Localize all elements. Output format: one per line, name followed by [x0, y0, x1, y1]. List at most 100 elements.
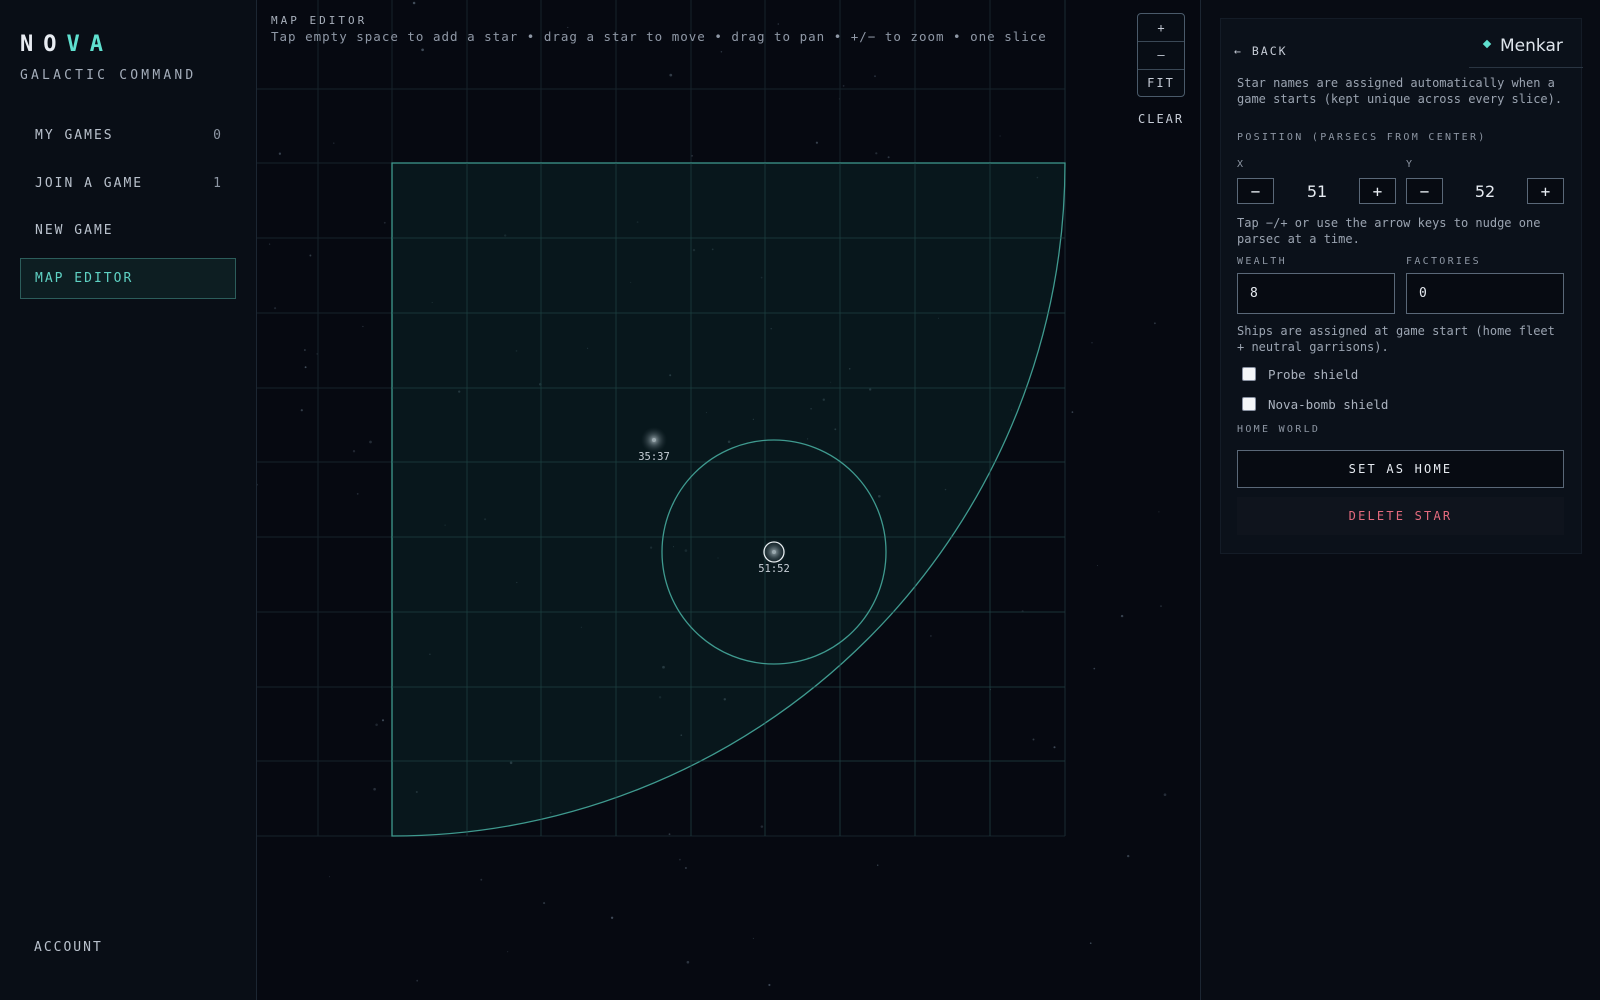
background-dot	[352, 450, 356, 453]
background-dot	[278, 152, 282, 155]
diamond-icon	[1482, 39, 1492, 49]
background-dot	[381, 719, 385, 722]
nudge-note: Tap −/+ or use the arrow keys to nudge o…	[1237, 216, 1541, 246]
nav-item-count: 1	[213, 176, 221, 191]
background-dot	[610, 916, 614, 919]
background-dot	[328, 876, 331, 878]
delete-star-button[interactable]: DELETE STAR	[1237, 497, 1564, 535]
background-dot	[304, 349, 306, 351]
star-label: 35:37	[638, 451, 670, 463]
background-dot	[1089, 942, 1092, 945]
nav-item-map-editor[interactable]: MAP EDITOR	[20, 258, 236, 299]
background-dot	[274, 307, 277, 310]
background-dot	[842, 85, 845, 87]
nav-item-label: NEW GAME	[35, 223, 114, 238]
back-button[interactable]: ← BACK	[1234, 44, 1288, 58]
fit-button[interactable]: FIT	[1138, 69, 1184, 96]
background-dot	[1091, 342, 1093, 344]
background-dot	[362, 325, 364, 328]
background-dot	[412, 1, 416, 5]
star-core	[652, 438, 656, 442]
star-name-text: Menkar	[1500, 36, 1563, 56]
position-label: POSITION (PARSECS FROM CENTER)	[1237, 132, 1487, 143]
map-editor-area[interactable]: 35:37 51:52 MAP EDITOR Tap empty space t…	[257, 0, 1200, 1000]
wealth-field[interactable]	[1237, 273, 1395, 314]
background-dot	[268, 243, 271, 245]
background-dot	[373, 787, 376, 791]
background-dot	[999, 135, 1001, 137]
background-dot	[679, 858, 681, 861]
background-dot	[375, 723, 378, 727]
nav-item-label: MAP EDITOR	[35, 271, 134, 286]
background-dot	[874, 75, 876, 78]
star-label: 51:52	[758, 563, 790, 575]
nav-item-new-game[interactable]: NEW GAME	[20, 210, 236, 251]
background-dot	[875, 152, 878, 155]
background-dot	[1071, 411, 1074, 413]
y-decrement-button[interactable]: −	[1406, 178, 1443, 204]
background-dot	[304, 366, 307, 369]
background-dot	[1154, 322, 1156, 325]
nav-item-count: 0	[213, 128, 221, 143]
map-canvas[interactable]: 35:37 51:52	[257, 0, 1200, 1000]
background-dot	[257, 483, 259, 486]
background-dot	[1096, 565, 1099, 567]
background-dot	[1160, 605, 1162, 607]
background-dot	[567, 26, 569, 28]
background-dot	[1158, 511, 1160, 513]
home-world-label: HOME WORLD	[1237, 424, 1321, 435]
background-dot	[309, 254, 312, 257]
nova-bomb-shield-checkbox[interactable]	[1242, 397, 1256, 411]
background-dot	[1032, 738, 1035, 741]
background-dot	[1053, 746, 1056, 749]
probe-shield-label[interactable]: Probe shield	[1268, 367, 1358, 382]
background-dot	[1163, 793, 1167, 797]
y-increment-button[interactable]: +	[1527, 178, 1564, 204]
y-value: 52	[1474, 182, 1496, 201]
names-note: Star names are assigned automatically wh…	[1237, 76, 1563, 106]
x-increment-button[interactable]: +	[1359, 178, 1396, 204]
slice-region	[391, 162, 1066, 837]
background-dot	[887, 156, 890, 159]
background-dot	[383, 221, 386, 224]
background-dot	[668, 833, 671, 836]
background-dot	[669, 73, 673, 77]
background-dot	[686, 960, 690, 964]
background-dot	[768, 983, 771, 987]
background-dot	[1120, 614, 1124, 618]
background-dot	[507, 951, 509, 953]
star-details-panel: ← BACK Menkar Star names are assigned au…	[1200, 0, 1600, 1000]
background-dot	[300, 409, 303, 412]
zoom-in-button[interactable]: +	[1138, 14, 1184, 41]
background-dot	[369, 440, 372, 444]
name-underline	[1469, 67, 1583, 68]
nav-item-join-a-game[interactable]: JOIN A GAME 1	[20, 163, 236, 204]
x-value: 51	[1306, 182, 1328, 201]
sidebar: NOVA GALACTIC COMMAND MY GAMES 0 JOIN A …	[0, 0, 257, 1000]
y-label: Y	[1406, 159, 1415, 170]
ships-note: Ships are assigned at game start (home f…	[1237, 324, 1555, 354]
nova-bomb-shield-label[interactable]: Nova-bomb shield	[1268, 397, 1388, 412]
background-dot	[1127, 854, 1130, 858]
nav-item-label: JOIN A GAME	[35, 176, 144, 191]
background-dot	[480, 878, 483, 881]
zoom-out-button[interactable]: –	[1138, 41, 1184, 68]
nav-item-label: MY GAMES	[35, 128, 114, 143]
account-link[interactable]: ACCOUNT	[34, 940, 103, 955]
clear-button[interactable]: CLEAR	[1138, 112, 1184, 126]
brand-subtitle: GALACTIC COMMAND	[20, 68, 197, 83]
factories-field[interactable]	[1406, 273, 1564, 314]
background-dot	[815, 141, 819, 144]
nav-item-my-games[interactable]: MY GAMES 0	[20, 115, 236, 156]
set-as-home-button[interactable]: SET AS HOME	[1237, 450, 1564, 488]
background-dot	[356, 493, 359, 495]
x-label: X	[1237, 159, 1246, 170]
probe-shield-checkbox[interactable]	[1242, 367, 1256, 381]
wealth-label: WEALTH	[1237, 256, 1287, 267]
factories-label: FACTORIES	[1406, 256, 1481, 267]
background-dot	[421, 48, 424, 52]
x-decrement-button[interactable]: −	[1237, 178, 1274, 204]
background-dot	[876, 864, 879, 866]
map-title: MAP EDITOR	[271, 14, 368, 27]
background-dot	[333, 142, 335, 144]
